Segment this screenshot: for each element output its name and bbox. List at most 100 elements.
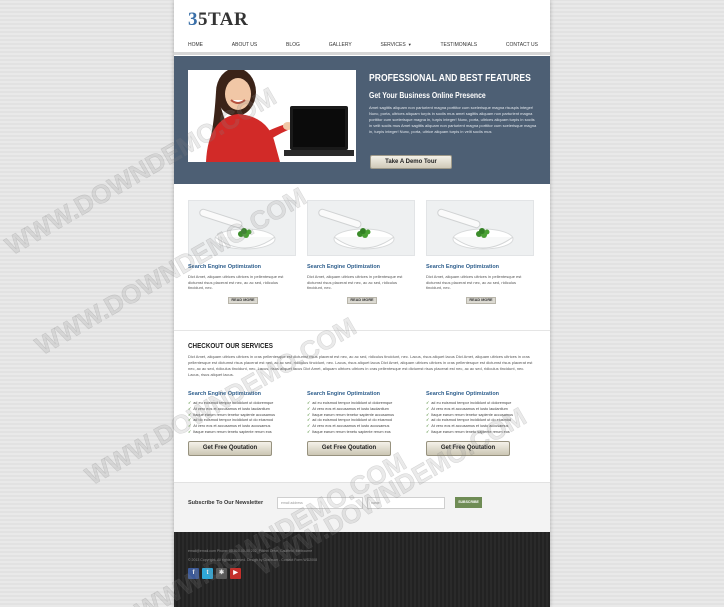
nav-item-services[interactable]: Services bbox=[380, 42, 405, 48]
subscribe-button[interactable]: SUBSCRIBE bbox=[455, 497, 482, 508]
checkmark-icon: ✓ bbox=[307, 418, 311, 423]
read-more-button[interactable]: READ MORE bbox=[466, 296, 496, 304]
hero-banner: PROFESSIONAL AND BEST FEATURES Get Your … bbox=[174, 56, 550, 184]
checkmark-icon: ✓ bbox=[426, 424, 430, 429]
list-item-text: Itaque earum rerum tenetu sapiente rerum… bbox=[431, 429, 510, 434]
checkmark-icon: ✓ bbox=[426, 412, 430, 417]
footer-contact: email@email.com Phone: 00-000-00-00 202,… bbox=[188, 549, 313, 553]
section-divider bbox=[174, 330, 550, 331]
list-item-text: Itaque earum rerum tenetu sapiente rerum… bbox=[193, 429, 272, 434]
feature-title: Search Engine Optimization bbox=[188, 264, 262, 270]
service-title: Search Engine Optimization bbox=[426, 391, 500, 397]
nav-item-about-us[interactable]: About Us bbox=[232, 42, 257, 52]
flickr-icon[interactable]: ✱ bbox=[216, 568, 227, 579]
list-item-text: Itaque earum rerum tenetur sapiente accu… bbox=[312, 412, 395, 417]
hero-image bbox=[188, 70, 356, 162]
checkmark-icon: ✓ bbox=[307, 412, 311, 417]
mortar-pestle-icon bbox=[308, 201, 414, 255]
list-item-text: ad eu euismod tempor incididunt ut dolor… bbox=[193, 401, 274, 405]
feature-text: Dict Amet, aliquam ultrices ultrices in … bbox=[307, 274, 403, 290]
feature-image bbox=[307, 200, 415, 256]
list-item-text: ad do euismod tempor incididunt ut do ei… bbox=[312, 418, 392, 423]
list-item-text: ad do euismod tempor incididunt ut do ei… bbox=[193, 418, 273, 423]
feature-card: Search Engine Optimization Dict Amet, al… bbox=[426, 200, 536, 304]
checkmark-icon: ✓ bbox=[188, 418, 192, 423]
site-footer: email@email.com Phone: 00-000-00-00 202,… bbox=[174, 532, 550, 607]
list-item-text: Itaque earum rerum tenetu sapiente rerum… bbox=[312, 429, 391, 434]
checkmark-icon: ✓ bbox=[188, 412, 192, 417]
mortar-pestle-icon bbox=[427, 201, 533, 255]
chevron-down-icon: ▼ bbox=[407, 42, 412, 47]
hero-description: Amet sagittis aliquam non parturient mag… bbox=[369, 105, 537, 134]
email-field[interactable]: email address bbox=[277, 497, 363, 509]
nav-item-contact-us[interactable]: Contact Us bbox=[506, 42, 538, 52]
hero-title: PROFESSIONAL AND BEST FEATURES bbox=[369, 73, 531, 84]
list-item-text: ad eu euismod tempor incididunt ut dolor… bbox=[312, 401, 393, 405]
checkmark-icon: ✓ bbox=[307, 401, 311, 405]
list-item-text: At vero eos et accusamus et iusto laudan… bbox=[431, 406, 508, 411]
feature-image bbox=[426, 200, 534, 256]
free-quotation-button[interactable]: Get Free Qoutation bbox=[188, 440, 272, 456]
service-list: ✓ ad eu euismod tempor incididunt ut dolo… bbox=[307, 401, 419, 436]
nav-item-gallery[interactable]: Gallery bbox=[329, 42, 352, 52]
checkmark-icon: ✓ bbox=[426, 401, 430, 405]
checkmark-icon: ✓ bbox=[307, 424, 311, 429]
list-item: ✓ Itaque earum rerum tenetu sapiente reru… bbox=[426, 430, 538, 436]
social-links: f t ✱ ▶ bbox=[188, 568, 241, 579]
nav-item-services-wrap[interactable]: Services ▼ bbox=[380, 42, 411, 52]
facebook-icon[interactable]: f bbox=[188, 568, 199, 579]
checkmark-icon: ✓ bbox=[426, 406, 430, 411]
list-item-text: At vero eos et accusamus et iusto laudan… bbox=[312, 406, 389, 411]
nav-item-home[interactable]: Home bbox=[188, 42, 203, 52]
main-nav: Home About Us Blog Gallery Services ▼ Tes… bbox=[188, 42, 538, 52]
newsletter-bar: Subscribe To Our Newsletter email addres… bbox=[174, 482, 550, 532]
checkmark-icon: ✓ bbox=[188, 424, 192, 429]
feature-text: Dict Amet, aliquam ultrices ultrices in … bbox=[426, 274, 522, 290]
site-logo[interactable]: 35TAR bbox=[188, 9, 248, 31]
mortar-pestle-icon bbox=[189, 201, 295, 255]
checkmark-icon: ✓ bbox=[188, 401, 192, 405]
footer-copyright: © 2013 Copyright. All rights reserved. D… bbox=[188, 558, 318, 562]
service-column: Search Engine Optimization ✓ ad eu euismo… bbox=[426, 391, 538, 456]
list-item: ✓ Itaque earum rerum tenetu sapiente reru… bbox=[307, 430, 419, 436]
list-item-text: At vero eos et accusamus et iusto accusa… bbox=[312, 424, 390, 429]
service-title: Search Engine Optimization bbox=[188, 391, 262, 397]
list-item-text: ad eu euismod tempor incididunt ut dolor… bbox=[431, 401, 512, 405]
demo-tour-button[interactable]: Take A Demo Tour bbox=[370, 155, 452, 169]
list-item-text: At vero eos et accusamus et iusto accusa… bbox=[431, 424, 509, 429]
nav-item-testimonials[interactable]: Testimonials bbox=[440, 42, 477, 52]
read-more-button[interactable]: READ MORE bbox=[228, 296, 258, 304]
service-list: ✓ ad eu euismod tempor incididunt ut dolo… bbox=[188, 401, 300, 436]
checkmark-icon: ✓ bbox=[307, 429, 311, 434]
feature-card: Search Engine Optimization Dict Amet, al… bbox=[188, 200, 298, 304]
checkmark-icon: ✓ bbox=[426, 418, 430, 423]
twitter-icon[interactable]: t bbox=[202, 568, 213, 579]
logo-text: 5TAR bbox=[198, 9, 249, 30]
name-field[interactable]: name bbox=[367, 497, 445, 509]
list-item-text: ad do euismod tempor incididunt ut do ei… bbox=[431, 418, 511, 423]
feature-title: Search Engine Optimization bbox=[426, 264, 500, 270]
checkmark-icon: ✓ bbox=[426, 429, 430, 434]
youtube-icon[interactable]: ▶ bbox=[230, 568, 241, 579]
hero-subtitle: Get Your Business Online Presence bbox=[369, 91, 486, 100]
list-item-text: Itaque earum rerum tenetur sapiente accu… bbox=[193, 412, 276, 417]
read-more-button[interactable]: READ MORE bbox=[347, 296, 377, 304]
checkmark-icon: ✓ bbox=[188, 429, 192, 434]
logo-digit: 3 bbox=[188, 9, 198, 30]
woman-with-laptop-illustration bbox=[188, 70, 356, 162]
free-quotation-button[interactable]: Get Free Qoutation bbox=[307, 440, 391, 456]
feature-text: Dict Amet, aliquam ultrices ultrices in … bbox=[188, 274, 284, 290]
feature-title: Search Engine Optimization bbox=[307, 264, 381, 270]
feature-image bbox=[188, 200, 296, 256]
list-item-text: At vero eos et accusamus et iusto accusa… bbox=[193, 424, 271, 429]
services-intro: Dict Amet, aliquam ultrices ultrices in … bbox=[188, 354, 533, 377]
service-title: Search Engine Optimization bbox=[307, 391, 381, 397]
list-item-text: At vero eos et accusamus et iusto laudan… bbox=[193, 406, 270, 411]
free-quotation-button[interactable]: Get Free Qoutation bbox=[426, 440, 510, 456]
service-list: ✓ ad eu euismod tempor incididunt ut dolo… bbox=[426, 401, 538, 436]
list-item-text: Itaque earum rerum tenetur sapiente accu… bbox=[431, 412, 514, 417]
nav-item-blog[interactable]: Blog bbox=[286, 42, 300, 52]
list-item: ✓ Itaque earum rerum tenetu sapiente reru… bbox=[188, 430, 300, 436]
services-heading: CHECKOUT OUR SERVICES bbox=[188, 343, 273, 350]
nav-divider bbox=[174, 52, 550, 55]
